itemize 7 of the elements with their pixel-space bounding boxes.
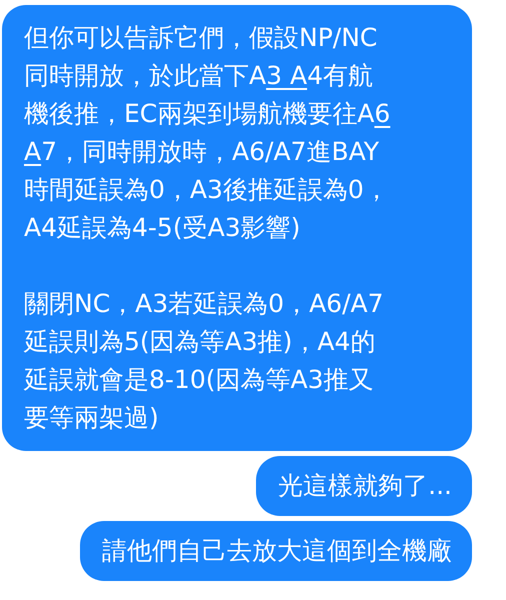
message-text: 關閉NC，A3若延誤為0，A6/A7 延誤則為5(因為等A3推)，A4的 延誤就會是8-10(因為等A3推又 要等兩架過)	[24, 288, 385, 434]
message-text: 但你可以告訴它們，假設NP/NC 同時開放，於此當下A3 A4有航 機後推，EC兩架到場航機要往A6 A7，同時開放時，A6/A7進BAY 時間延誤為0，A3後推延誤為0， A4延誤為4-5(受A3影響)	[24, 22, 392, 244]
detected-link[interactable]: 6	[374, 99, 390, 128]
detected-link[interactable]: A	[24, 137, 42, 166]
message-text: 請他們自己去放大這個到全機廠	[102, 535, 452, 567]
detected-link[interactable]: 3 A	[266, 61, 308, 90]
message-text: 光這樣就夠了...	[278, 470, 452, 502]
